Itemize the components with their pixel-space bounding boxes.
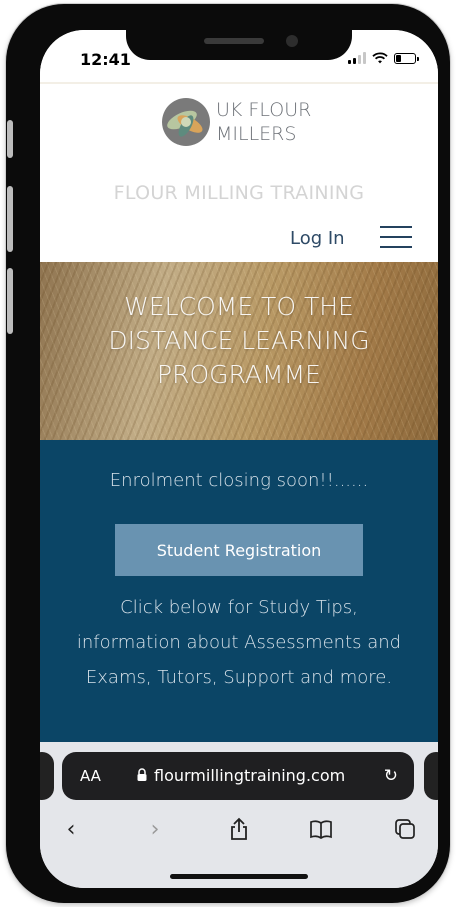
volume-down-button [7,268,13,334]
logo-text: UK FLOUR MILLERS [216,98,311,146]
battery-icon [394,52,419,64]
logo-line-2: MILLERS [216,123,297,145]
enrolment-section: Enrolment closing soon!!...... Student R… [40,440,438,770]
notch [126,30,352,60]
wifi-icon [372,52,388,64]
lock-icon [137,768,147,781]
next-tab-preview[interactable] [424,752,438,800]
previous-tab-preview[interactable] [40,752,54,800]
site-title: FLOUR MILLING TRAINING [113,182,365,204]
volume-up-button [7,186,13,252]
back-icon[interactable]: ‹ [56,814,86,844]
logo-emblem-icon [162,98,210,146]
speaker [204,38,264,44]
url-text: flourmillingtraining.com [154,766,346,785]
signal-icon [348,52,366,64]
enrolment-notice: Enrolment closing soon!!...... [109,470,369,491]
browser-chrome: AA flourmillingtraining.com ↻ ‹ › [40,742,438,888]
phone-screen: 12:41 UK FLOUR MILLERS FLOUR MILLING TRA… [40,30,438,888]
status-time: 12:41 [80,50,131,69]
hero-heading: WELCOME TO THE DISTANCE LEARNING PROGRAM… [40,290,438,392]
status-icons [348,52,419,64]
logo-line-1: UK FLOUR [216,99,312,121]
camera [286,35,298,47]
hero-banner: WELCOME TO THE DISTANCE LEARNING PROGRAM… [40,262,438,440]
bookmarks-icon[interactable] [306,814,336,844]
phone-frame: 12:41 UK FLOUR MILLERS FLOUR MILLING TRA… [6,4,450,903]
reload-icon[interactable]: ↻ [384,766,398,786]
mute-switch [7,120,13,158]
address-bar[interactable]: AA flourmillingtraining.com ↻ [62,752,414,800]
browser-toolbar: ‹ › [40,814,438,854]
info-text: Click below for Study Tips, information … [76,597,402,688]
forward-icon[interactable]: › [140,814,170,844]
login-link[interactable]: Log In [290,228,345,249]
hero-line-2: DISTANCE LEARNING [108,326,370,355]
hero-line-1: WELCOME TO THE [124,292,354,321]
home-indicator [170,874,308,879]
site-logo[interactable]: UK FLOUR MILLERS [162,98,311,146]
hero-line-3: PROGRAMME [157,360,321,389]
tabs-icon[interactable] [390,814,420,844]
text-size-button[interactable]: AA [80,767,101,785]
share-icon[interactable] [224,814,254,844]
site-header: UK FLOUR MILLERS FLOUR MILLING TRAINING … [40,82,438,264]
menu-icon[interactable] [380,224,412,250]
student-registration-button[interactable]: Student Registration [115,524,363,576]
